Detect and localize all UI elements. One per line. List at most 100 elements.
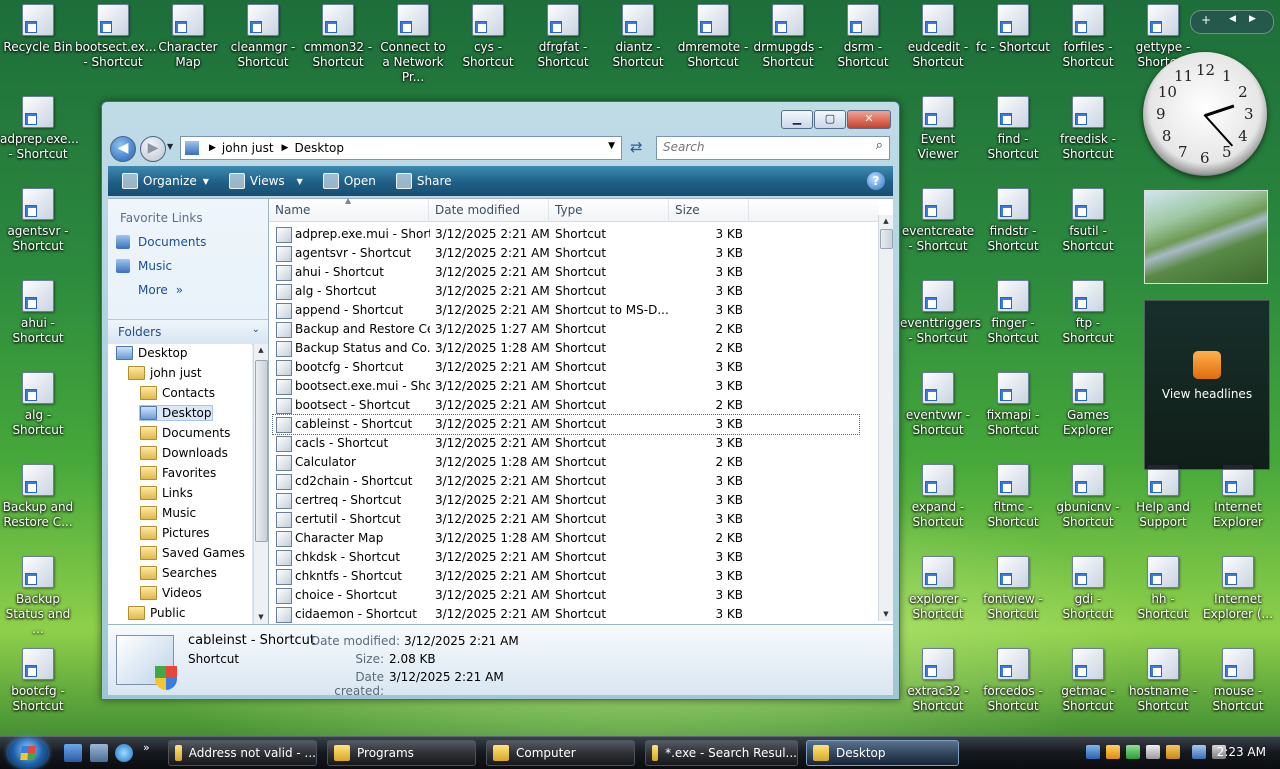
file-list-scrollbar[interactable]: ▲ ▼ — [878, 215, 893, 621]
folder-tree[interactable]: Desktop john just Contacts Desktop Documents… — [108, 344, 252, 624]
desktop-icon[interactable]: gdi - Shortcut — [1050, 552, 1126, 622]
start-button[interactable] — [8, 738, 48, 768]
desktop-icon[interactable]: eventvwr - Shortcut — [900, 368, 976, 438]
desktop-icon[interactable]: bootcfg - Shortcut — [0, 644, 76, 714]
file-list[interactable]: Name ▲ Date modified Type Size adprep.ex… — [269, 196, 893, 625]
desktop-icon[interactable]: fc - Shortcut — [975, 0, 1051, 55]
file-row[interactable]: cd2chain - Shortcut 3/12/2025 2:21 AM Shor… — [273, 472, 859, 491]
desktop-icon[interactable]: forcedos - Shortcut — [975, 644, 1051, 714]
favorite-link-documents[interactable]: Documents — [116, 235, 206, 249]
desktop-icon[interactable]: fsutil - Shortcut — [1050, 184, 1126, 254]
folder-tree-item[interactable]: john just — [128, 366, 202, 380]
desktop-icon[interactable]: eventcreate - Shortcut — [900, 184, 976, 254]
column-date-modified[interactable]: Date modified — [429, 199, 549, 221]
scroll-down-icon[interactable]: ▼ — [879, 608, 893, 621]
desktop-icon[interactable]: freedisk - Shortcut — [1050, 92, 1126, 162]
breadcrumb-separator-icon[interactable]: ▶ — [282, 143, 289, 153]
next-gadget-icon[interactable]: ▶ — [1249, 14, 1256, 24]
desktop-icon[interactable]: expand - Shortcut — [900, 460, 976, 530]
folder-tree-item[interactable]: Searches — [140, 566, 217, 580]
file-row[interactable]: cidaemon - Shortcut 3/12/2025 2:21 AM Shor… — [273, 605, 859, 624]
file-row[interactable]: agentsvr - Shortcut 3/12/2025 2:21 AM Shor… — [273, 244, 859, 263]
security-center-icon[interactable] — [1126, 745, 1140, 759]
scroll-up-icon[interactable]: ▲ — [879, 215, 893, 228]
folder-tree-item[interactable]: Favorites — [140, 466, 216, 480]
refresh-icon[interactable]: ⇄ — [630, 138, 643, 156]
desktop-icon[interactable]: dsrm - Shortcut — [825, 0, 901, 70]
scroll-thumb[interactable] — [255, 360, 268, 542]
desktop-icon[interactable]: forfiles - Shortcut — [1050, 0, 1126, 70]
address-bar[interactable]: ▶ john just ▶ Desktop ▼ — [180, 136, 622, 160]
network-connection-icon[interactable] — [1192, 745, 1206, 759]
recent-pages-chevron-icon[interactable]: ▼ — [167, 142, 173, 151]
file-row[interactable]: ahui - Shortcut 3/12/2025 2:21 AM Shortcut… — [273, 263, 859, 282]
desktop-icon[interactable]: hostname - Shortcut — [1125, 644, 1201, 714]
desktop-icon[interactable]: bootsect.ex... - Shortcut — [75, 0, 156, 70]
file-row[interactable]: bootsect.exe.mui - Sho... 3/12/2025 2:21 … — [273, 377, 859, 396]
desktop-icon[interactable]: cleanmgr - Shortcut — [225, 0, 301, 70]
taskbar-button[interactable]: Address not valid - ... — [168, 740, 317, 766]
desktop-icon[interactable]: dmremote - Shortcut — [675, 0, 751, 70]
more-links[interactable]: More » — [138, 283, 183, 297]
desktop-icon[interactable]: Event Viewer — [900, 92, 976, 162]
taskbar-button[interactable]: Desktop — [806, 740, 959, 766]
address-dropdown-icon[interactable]: ▼ — [608, 141, 615, 151]
folder-tree-item[interactable]: Contacts — [140, 386, 215, 400]
file-row[interactable]: cableinst - Shortcut 3/12/2025 2:21 AM Sho… — [272, 414, 860, 435]
file-row[interactable]: bootcfg - Shortcut 3/12/2025 2:21 AM Short… — [273, 358, 859, 377]
desktop-icon[interactable]: cmmon32 - Shortcut — [300, 0, 376, 70]
desktop-icon[interactable]: eudcedit - Shortcut — [900, 0, 976, 70]
show-desktop-icon[interactable] — [64, 744, 82, 762]
desktop-icon[interactable]: findstr - Shortcut — [975, 184, 1051, 254]
add-gadget-icon[interactable]: + — [1201, 13, 1211, 27]
removable-device-icon[interactable] — [1146, 745, 1160, 759]
desktop-icon[interactable]: Internet Explorer — [1200, 460, 1276, 530]
collapse-chevron-icon[interactable]: ⌄ — [252, 324, 260, 335]
desktop-icon[interactable]: fontview - Shortcut — [975, 552, 1051, 622]
security-shield-icon[interactable] — [1106, 745, 1120, 759]
desktop-icon[interactable]: fltmc - Shortcut — [975, 460, 1051, 530]
folder-tree-item[interactable]: Music — [140, 506, 196, 520]
views-button[interactable]: Views ▼ — [223, 169, 309, 193]
desktop-icon[interactable]: adprep.exe... - Shortcut — [0, 92, 79, 162]
scroll-up-icon[interactable]: ▲ — [254, 344, 268, 357]
help-icon[interactable]: ? — [867, 172, 885, 190]
search-icon[interactable]: ⌕ — [876, 138, 883, 153]
folder-tree-item[interactable]: Desktop — [139, 405, 213, 421]
back-button[interactable]: ◀ — [110, 136, 136, 162]
scroll-down-icon[interactable]: ▼ — [254, 611, 268, 624]
file-row[interactable]: alg - Shortcut 3/12/2025 2:21 AM Shortcut 3… — [273, 282, 859, 301]
file-row[interactable]: chkdsk - Shortcut 3/12/2025 2:21 AM Shortc… — [273, 548, 859, 567]
quick-launch-chevron-icon[interactable]: » — [143, 741, 150, 754]
folder-tree-item[interactable]: Links — [140, 486, 193, 500]
folder-tree-item[interactable]: Saved Games — [140, 546, 245, 560]
search-input[interactable]: Search ⌕ — [656, 136, 890, 160]
file-row[interactable]: certreq - Shortcut 3/12/2025 2:21 AM Short… — [273, 491, 859, 510]
desktop-icon[interactable]: Backup and Restore C... — [0, 460, 76, 530]
desktop-icon[interactable]: gbunicnv - Shortcut — [1050, 460, 1126, 530]
desktop-icon[interactable]: cys - Shortcut — [450, 0, 526, 70]
file-row[interactable]: chkntfs - Shortcut 3/12/2025 2:21 AM Short… — [273, 567, 859, 586]
folder-tree-item[interactable]: Videos — [140, 586, 202, 600]
desktop-icon[interactable]: finger - Shortcut — [975, 276, 1051, 346]
breadcrumb-user[interactable]: john just — [222, 141, 274, 155]
file-row[interactable]: certutil - Shortcut 3/12/2025 2:21 AM Shor… — [273, 510, 859, 529]
feed-headlines-gadget[interactable]: View headlines — [1144, 300, 1270, 470]
desktop-icon[interactable]: Games Explorer — [1050, 368, 1126, 438]
desktop-icon[interactable]: ftp - Shortcut — [1050, 276, 1126, 346]
maximize-button[interactable]: ▢ — [814, 110, 846, 129]
desktop-icon[interactable]: ahui - Shortcut — [0, 276, 76, 346]
file-row[interactable]: Character Map 3/12/2025 1:28 AM Shortcut 2 … — [273, 529, 859, 548]
desktop-icon[interactable]: find - Shortcut — [975, 92, 1051, 162]
file-row[interactable]: Backup and Restore Ce... 3/12/2025 1:27 A… — [273, 320, 859, 339]
desktop-icon[interactable]: Connect to a Network Pr... — [375, 0, 451, 85]
slideshow-gadget[interactable] — [1144, 190, 1268, 284]
desktop-icon[interactable]: alg - Shortcut — [0, 368, 76, 438]
desktop-icon[interactable]: Character Map — [150, 0, 226, 70]
file-row[interactable]: cacls - Shortcut 3/12/2025 2:21 AM Shortcu… — [273, 434, 859, 453]
file-row[interactable]: append - Shortcut 3/12/2025 2:21 AM Shortc… — [273, 301, 859, 320]
prev-gadget-icon[interactable]: ◀ — [1229, 14, 1236, 24]
internet-explorer-icon[interactable] — [115, 744, 133, 762]
file-row[interactable]: Calculator 3/12/2025 1:28 AM Shortcut 2 KB — [273, 453, 859, 472]
folder-tree-item[interactable]: Public — [128, 606, 186, 620]
